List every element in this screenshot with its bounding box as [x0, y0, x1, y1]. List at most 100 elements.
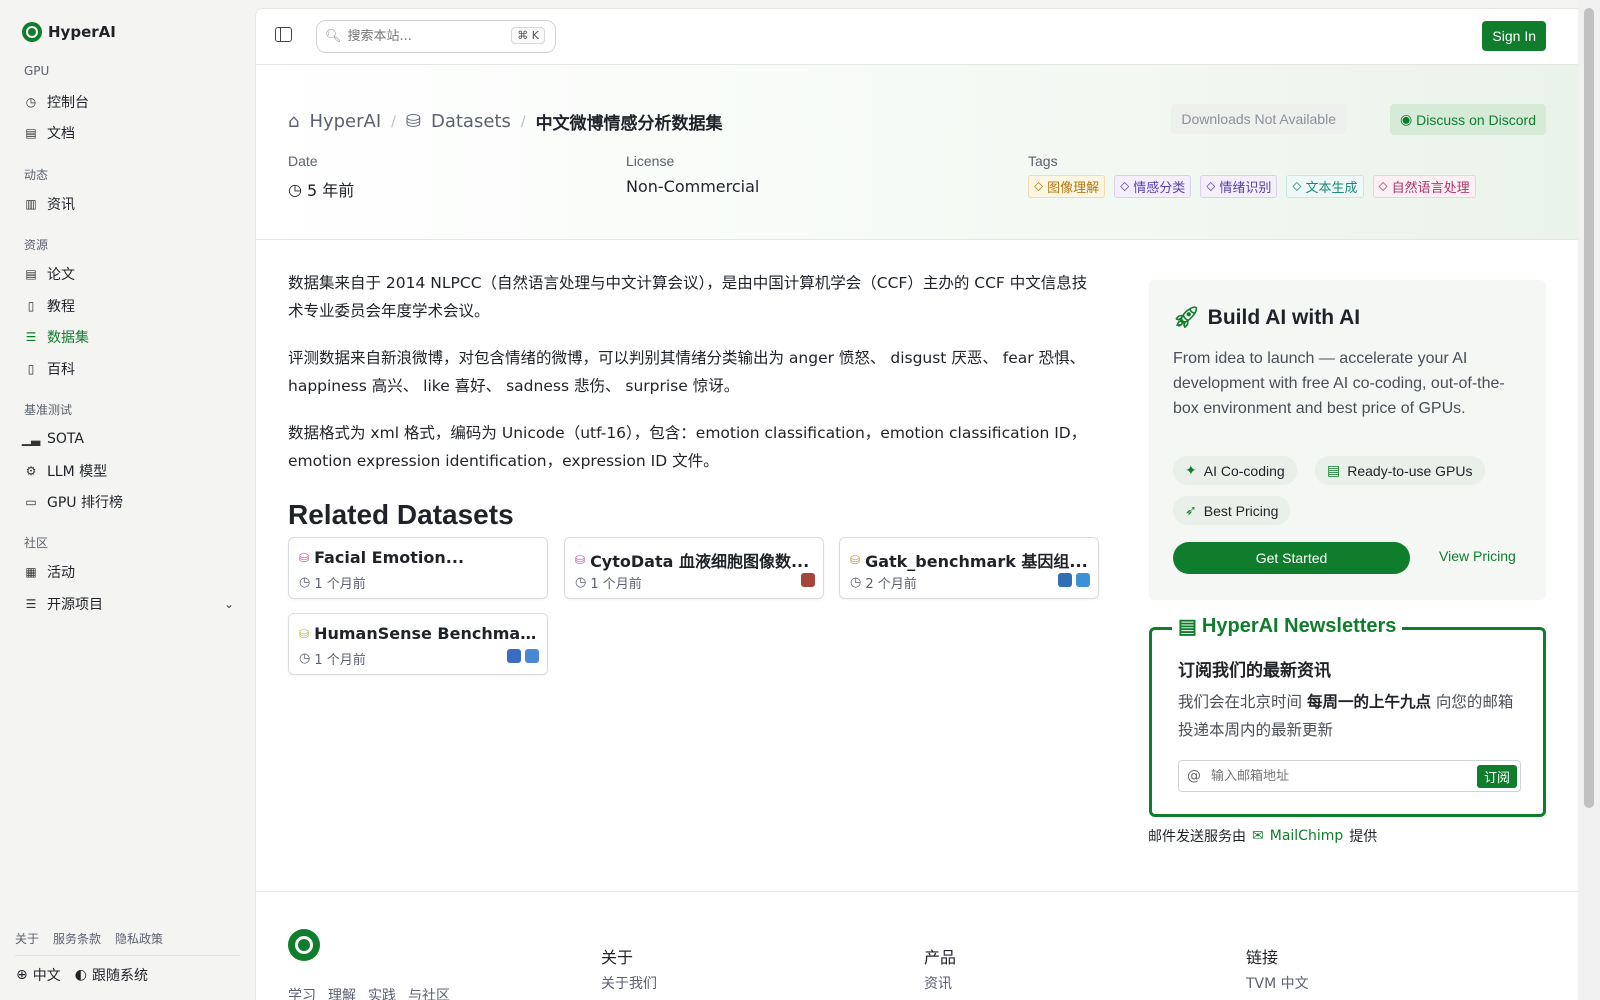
breadcrumb-datasets[interactable]: Datasets	[431, 111, 511, 132]
chart-icon: ▁▃	[21, 432, 41, 446]
wiki-icon: ▯	[27, 362, 35, 376]
sidebar-item-sota[interactable]: ▁▃ SOTA	[21, 426, 234, 452]
dataset-header: ⌂ HyperAI / ⛁ Datasets / 中文微博情感分析数据集 Dow…	[256, 65, 1578, 240]
sidebar-item-console[interactable]: ◷ 控制台	[24, 89, 234, 115]
tagline-word: 实践	[368, 988, 396, 1000]
subscribe-button[interactable]: 订阅	[1476, 765, 1517, 788]
clock-icon: ◷	[850, 575, 862, 590]
nav-section-benchmarks: 基准测试	[24, 403, 73, 417]
clock-icon: ◷	[575, 575, 587, 590]
sidebar-item-papers[interactable]: ▤ 论文	[24, 261, 234, 287]
nav-section-news: 动态	[24, 168, 49, 182]
terms-link[interactable]: 服务条款	[53, 930, 101, 947]
clock-icon: ◷	[288, 179, 302, 199]
page-title: 中文微博情感分析数据集	[535, 114, 723, 134]
chevron-down-icon[interactable]: ⌄	[224, 597, 234, 611]
related-dataset-card[interactable]: ⛁ Facial Emotion... ◷ 1 个月前	[288, 537, 548, 599]
sidebar-item-wiki[interactable]: ▯ 百科	[24, 356, 234, 382]
sidebar-item-gpu-leaderboard[interactable]: ▭ GPU 排行榜	[24, 489, 234, 515]
scrollbar-thumb[interactable]	[1584, 8, 1594, 808]
newsletter-title: ▤ HyperAI Newsletters	[1172, 614, 1403, 639]
at-icon: @	[1187, 768, 1201, 784]
theme-switch[interactable]: ◐ 跟随系统	[75, 965, 148, 985]
tag-chip[interactable]: ⬦ 自然语言处理	[1372, 175, 1476, 198]
related-dataset-card[interactable]: ⛁ Gatk_benchmark 基因组... ◷ 2 个月前	[839, 537, 1099, 599]
tag-chip[interactable]: ⬦ 情绪识别	[1200, 175, 1278, 198]
dataset-description: 数据集来自于 2014 NLPCC（自然语言处理与中文计算会议），是由中国计算机…	[288, 269, 1098, 494]
org-badge-icon	[801, 573, 815, 587]
email-field[interactable]	[1211, 768, 1461, 784]
clock-icon: ◷	[299, 575, 311, 590]
language-label: 中文	[32, 968, 61, 984]
search-input[interactable]	[347, 29, 508, 44]
description-paragraph: 数据集来自于 2014 NLPCC（自然语言处理与中文计算会议），是由中国计算机…	[288, 274, 1088, 320]
promo-description: From idea to launch — accelerate your AI…	[1173, 350, 1505, 417]
tag-chip[interactable]: ⬦ 文本生成	[1286, 175, 1364, 198]
downloads-unavailable-button[interactable]: Downloads Not Available	[1171, 104, 1346, 134]
footer-link-tvm[interactable]: TVM 中文	[1246, 973, 1309, 993]
about-link[interactable]: 关于	[15, 930, 39, 947]
sign-in-button[interactable]: Sign In	[1482, 21, 1546, 51]
tag-chip[interactable]: ⬦ 情感分类	[1114, 175, 1192, 198]
sidebar-footer-links: 关于 服务条款 隐私政策	[15, 930, 163, 947]
footer-link-about-us[interactable]: 关于我们	[601, 973, 657, 993]
card-title: ⛁ HumanSense Benchmar...	[299, 624, 539, 643]
database-icon: ☰	[25, 330, 37, 344]
sidebar-item-datasets[interactable]: ☰ 数据集	[24, 324, 234, 350]
tag-chip[interactable]: ⬦ 图像理解	[1028, 175, 1106, 198]
sidebar-item-docs[interactable]: ▤ 文档	[24, 120, 234, 146]
cpu-icon: ⚙	[25, 464, 37, 478]
search-box[interactable]: 🔍︎ ⌘ K	[316, 20, 556, 53]
language-switch[interactable]: ⊕ 中文	[16, 965, 61, 985]
newspaper-icon: ▥	[25, 197, 37, 211]
database-icon: ⛁	[299, 550, 310, 565]
paper-icon: ▤	[25, 267, 37, 281]
pill-pricing: ➶ Best Pricing	[1173, 496, 1291, 525]
view-pricing-link[interactable]: View Pricing	[1439, 548, 1516, 564]
sidebar-item-events[interactable]: ▦ 活动	[24, 559, 234, 585]
hyperai-logo-icon	[22, 22, 42, 42]
pill-ai-coding: ✦ AI Co-coding	[1173, 456, 1297, 485]
related-dataset-card[interactable]: ⛁ HumanSense Benchmar... ◷ 1 个月前	[288, 613, 548, 675]
tag-icon: ⬦	[1034, 179, 1044, 194]
card-title: ⛁ CytoData 血液细胞图像数...	[575, 548, 815, 572]
tags-label: Tags	[1028, 153, 1058, 169]
pill-gpus: ▤ Ready-to-use GPUs	[1315, 456, 1485, 485]
sidebar-item-label: 教程	[47, 299, 75, 315]
get-started-button[interactable]: Get Started	[1173, 542, 1410, 574]
related-dataset-card[interactable]: ⛁ CytoData 血液细胞图像数... ◷ 1 个月前	[564, 537, 824, 599]
discord-button[interactable]: ◉ Discuss on Discord	[1389, 104, 1546, 135]
footer-col-links: 链接	[1246, 948, 1279, 967]
database-icon: ⛁	[405, 111, 421, 132]
newsletter-box: ▤ HyperAI Newsletters 订阅我们的最新资讯 我们会在北京时间…	[1149, 614, 1546, 817]
sidebar-item-news[interactable]: ▥ 资讯	[24, 191, 234, 217]
mail-provider-note: 邮件发送服务由 ✉ MailChimp 提供	[1148, 826, 1377, 846]
mailchimp-link[interactable]: MailChimp	[1270, 828, 1344, 844]
footer-col-products: 产品	[924, 948, 957, 967]
sidebar-item-tutorials[interactable]: ▯ 教程	[24, 293, 234, 319]
card-title-text: CytoData 血液细胞图像数...	[590, 552, 810, 571]
sidebar-item-label: 百科	[47, 362, 75, 378]
brand-logo[interactable]: HyperAI	[22, 22, 116, 42]
card-time-text: 2 个月前	[865, 577, 917, 592]
card-time: ◷ 1 个月前	[299, 649, 366, 668]
breadcrumb-home[interactable]: HyperAI	[309, 111, 381, 132]
page-scrollbar[interactable]	[1578, 0, 1600, 1000]
newsletter-text: 我们会在北京时间 每周一的上午九点 向您的邮箱投递本周内的最新更新	[1178, 688, 1523, 744]
org-badge-icon	[507, 649, 521, 663]
card-title: ⛁ Facial Emotion...	[299, 548, 539, 567]
privacy-link[interactable]: 隐私政策	[115, 930, 163, 947]
tag-label: 情感分类	[1133, 181, 1186, 196]
sidebar-item-llm[interactable]: ⚙ LLM 模型	[24, 458, 234, 484]
card-time-text: 1 个月前	[590, 577, 642, 592]
shortcut-hint: ⌘ K	[511, 27, 545, 44]
sidebar-toggle-icon[interactable]	[275, 27, 292, 42]
newsletter-text-prefix: 我们会在北京时间	[1178, 693, 1307, 711]
sidebar-item-label: GPU 排行榜	[47, 495, 123, 511]
sidebar-item-open-source[interactable]: ☰ 开源项目 ⌄	[24, 591, 234, 617]
discord-label: Discuss on Discord	[1416, 111, 1536, 128]
tag-icon: ⬦	[1292, 179, 1302, 194]
search-icon: 🔍︎	[325, 29, 342, 44]
tagline-word: 理解	[328, 988, 356, 1000]
footer-link-news[interactable]: 资讯	[924, 973, 952, 993]
